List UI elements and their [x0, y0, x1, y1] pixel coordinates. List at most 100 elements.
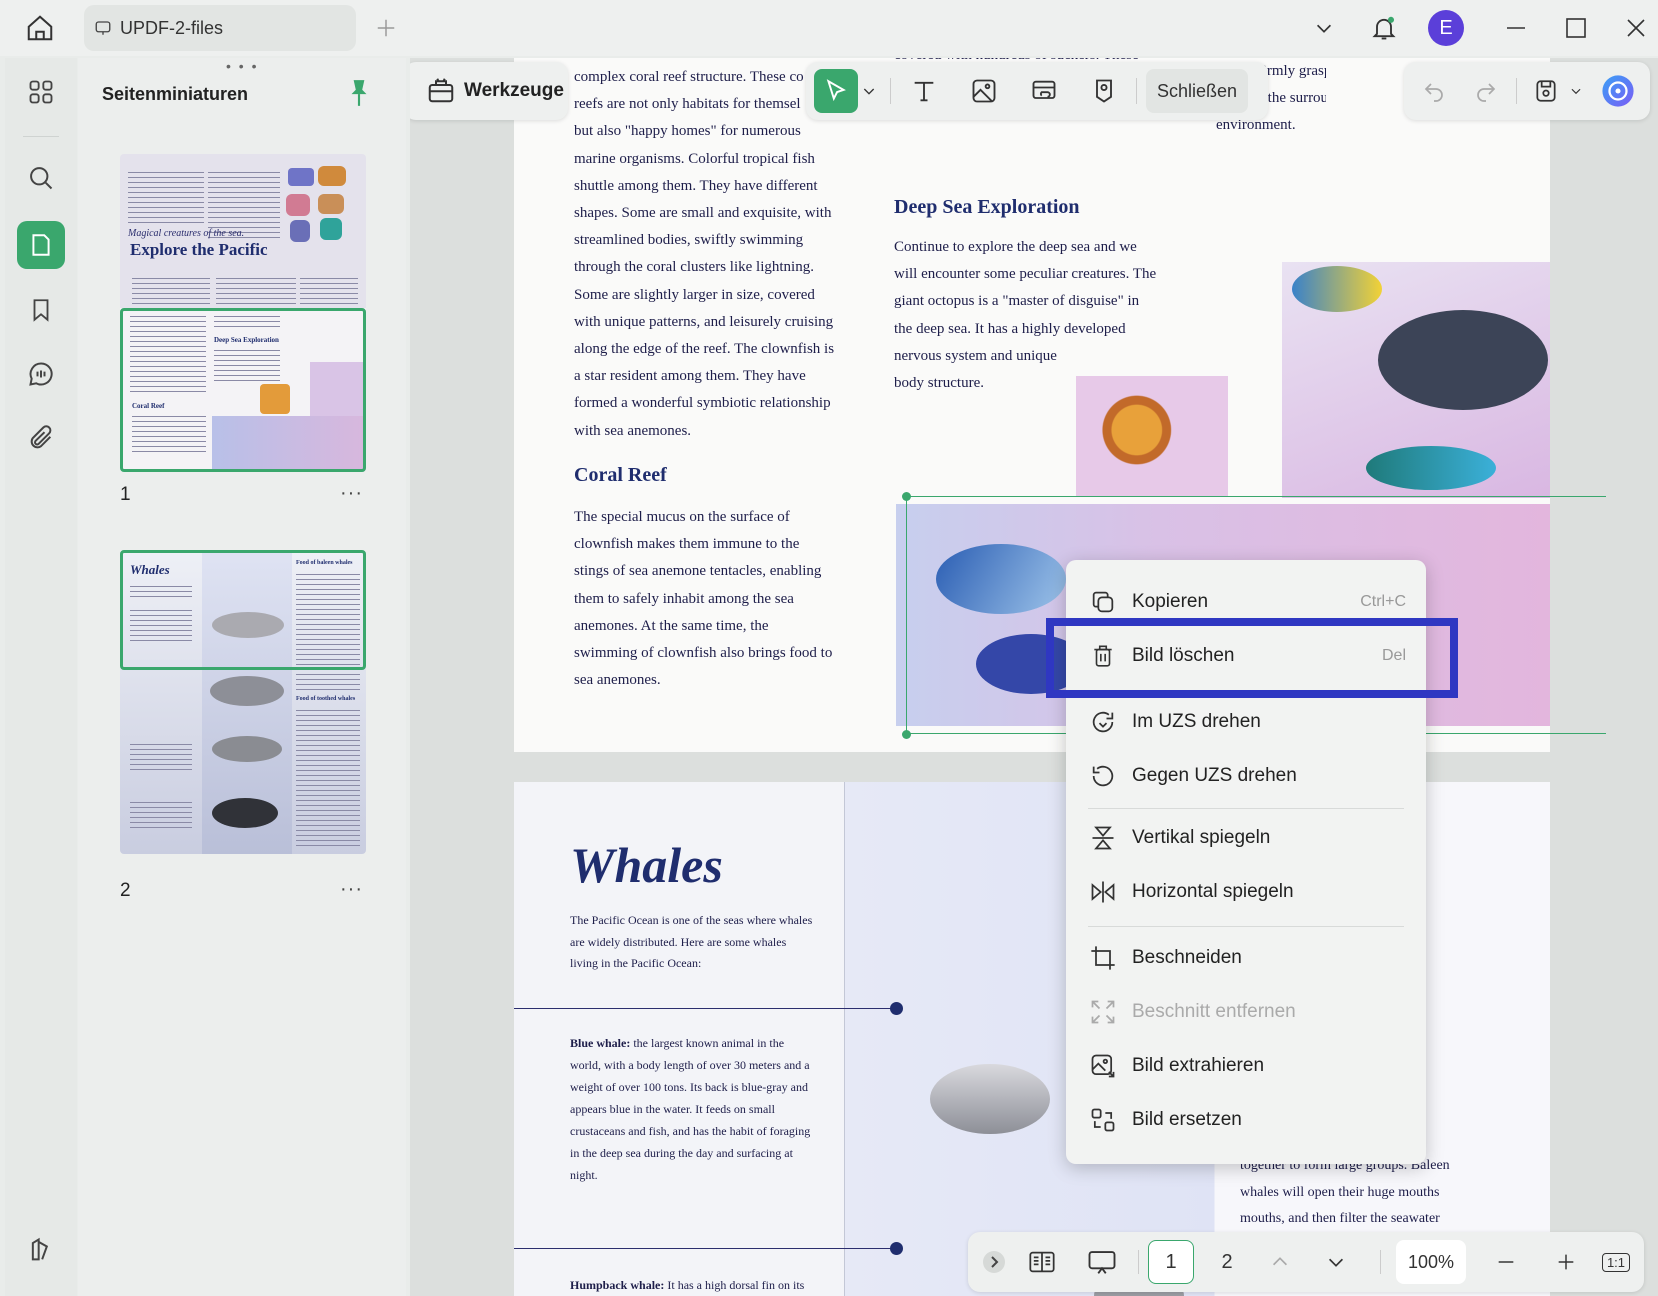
text-line: complex coral reef structure. These co [574, 69, 804, 85]
whales-intro: The Pacific Ocean is one of the seas whe… [570, 910, 812, 975]
close-icon [1624, 16, 1648, 40]
chevron-right-icon [982, 1250, 1006, 1274]
next-page-button[interactable] [1314, 1240, 1358, 1284]
tab-list-button[interactable] [1302, 6, 1346, 50]
document-tab[interactable]: UPDF-2-files [84, 5, 356, 51]
menu-item-crop[interactable]: Beschneiden [1086, 936, 1406, 980]
zoom-out-button[interactable] [1484, 1240, 1528, 1284]
page-2-more-button[interactable]: ··· [340, 878, 363, 901]
text-line: streamlined bodies, swiftly swimming [574, 232, 804, 249]
replace-image-icon [1086, 1106, 1120, 1134]
attachments-button[interactable] [17, 414, 65, 462]
organize-pages-button[interactable] [17, 68, 65, 116]
text-line: anemones. At the same time, the [574, 617, 769, 634]
selection-handle[interactable] [902, 730, 911, 739]
presentation-button[interactable] [1080, 1240, 1124, 1284]
menu-item-remove-crop[interactable]: Beschnitt entfernen [1086, 990, 1406, 1034]
text-line: The Pacific Ocean is one of the seas whe… [570, 913, 813, 927]
previous-page-button[interactable] [1258, 1240, 1302, 1284]
toolbar-divider [1136, 78, 1137, 104]
select-tool-button[interactable] [814, 69, 858, 113]
pin-button[interactable] [346, 78, 372, 108]
close-window-button[interactable] [1614, 6, 1658, 50]
comments-button[interactable] [17, 350, 65, 398]
comment-icon [27, 360, 55, 388]
text-line: with sea anemones. [574, 422, 692, 439]
page-number-1: 1 [120, 484, 131, 505]
select-tool-dropdown[interactable] [856, 69, 882, 113]
sidebar-toggle-button[interactable] [17, 1226, 65, 1274]
page-layout-button[interactable] [1020, 1240, 1064, 1284]
timeline-dot [890, 1002, 903, 1015]
grid-icon [27, 78, 55, 106]
humpback-snippet: It has a high dorsal fin on its [664, 1278, 805, 1292]
text-line: giant octopus is a "master of disguise" … [894, 293, 1140, 310]
new-tab-button[interactable] [364, 6, 408, 50]
save-button[interactable] [1524, 69, 1568, 113]
maximize-button[interactable] [1554, 6, 1598, 50]
thumbnail-panel: • • • Seitenminiaturen Magical creatures… [78, 58, 406, 1296]
thumb-text-block [132, 274, 210, 304]
actual-size-button[interactable]: 1:1 [1596, 1240, 1636, 1284]
thumb-text-block [128, 168, 204, 224]
add-link-button[interactable] [1022, 69, 1066, 113]
add-image-button[interactable] [962, 69, 1006, 113]
home-button[interactable] [18, 6, 62, 50]
minimize-button[interactable] [1494, 6, 1538, 50]
menu-item-rotate-counterclockwise[interactable]: Gegen UZS drehen [1086, 754, 1406, 798]
expand-button[interactable] [982, 1240, 1006, 1284]
zoom-level[interactable]: 100% [1396, 1240, 1466, 1284]
undo-button[interactable] [1412, 69, 1456, 113]
save-dropdown[interactable] [1564, 69, 1588, 113]
menu-shortcut: Ctrl+C [1360, 593, 1406, 610]
menu-item-flip-vertical[interactable]: Vertikal spiegeln [1086, 816, 1406, 860]
whale-image[interactable] [930, 1064, 1050, 1134]
clownfish-image[interactable] [1076, 376, 1228, 496]
add-location-button[interactable] [1082, 69, 1126, 113]
thumb-subtitle: Magical creatures of the sea. [128, 228, 245, 239]
humpback-label: Humpback whale: [570, 1278, 665, 1292]
selection-handle[interactable] [902, 492, 911, 501]
thumbnails-button[interactable] [17, 221, 65, 269]
cursor-icon [823, 78, 849, 104]
pufferfish-image[interactable] [1282, 262, 1550, 498]
notifications-button[interactable] [1362, 6, 1406, 50]
close-edit-button[interactable]: Schließen [1146, 69, 1248, 113]
drag-handle[interactable]: • • • [226, 58, 258, 74]
avatar[interactable]: E [1428, 10, 1464, 46]
bottom-divider [1380, 1250, 1381, 1274]
page-number-2: 2 [120, 880, 131, 901]
search-button[interactable] [17, 154, 65, 202]
menu-separator [1088, 808, 1404, 809]
flip-horizontal-icon [1086, 878, 1120, 906]
fish-shape [1378, 310, 1548, 410]
ai-assistant-button[interactable] [1596, 69, 1640, 113]
text-line: reefs are not only habitats for themsel [574, 96, 801, 113]
text-line: the largest known animal in the [630, 1036, 785, 1050]
menu-item-flip-horizontal[interactable]: Horizontal spiegeln [1086, 870, 1406, 914]
add-text-button[interactable] [902, 69, 946, 113]
text-line: Some are slightly larger in size, covere… [574, 286, 815, 303]
tools-pill: Werkzeuge [410, 62, 568, 120]
zoom-in-button[interactable] [1544, 1240, 1588, 1284]
redo-button[interactable] [1464, 69, 1508, 113]
thumb-whale-image [210, 676, 284, 706]
menu-label: Bild ersetzen [1132, 1109, 1242, 1130]
text-line: with unique patterns, and leisurely crui… [574, 313, 834, 330]
chevron-down-icon [1313, 17, 1335, 39]
menu-item-rotate-clockwise[interactable]: Im UZS drehen [1086, 700, 1406, 744]
bookmarks-button[interactable] [17, 286, 65, 334]
thumb-coral-image [320, 218, 342, 240]
bookmark-icon [28, 297, 54, 323]
rotate-cw-icon [1086, 708, 1120, 736]
menu-item-replace-image[interactable]: Bild ersetzen [1086, 1098, 1406, 1142]
minimize-icon [1504, 16, 1528, 40]
menu-item-extract-image[interactable]: Bild extrahieren [1086, 1044, 1406, 1088]
text-line: stings of sea anemone tentacles, enablin… [574, 563, 822, 580]
thumb-coral-image [318, 194, 344, 214]
page-2-button[interactable]: 2 [1204, 1240, 1250, 1284]
page-1-more-button[interactable]: ··· [340, 482, 363, 505]
tools-button[interactable]: Werkzeuge [464, 80, 564, 102]
page-1-button[interactable]: 1 [1148, 1240, 1194, 1284]
document-viewport[interactable]: complex coral reef structure. These co re… [410, 58, 1658, 1296]
